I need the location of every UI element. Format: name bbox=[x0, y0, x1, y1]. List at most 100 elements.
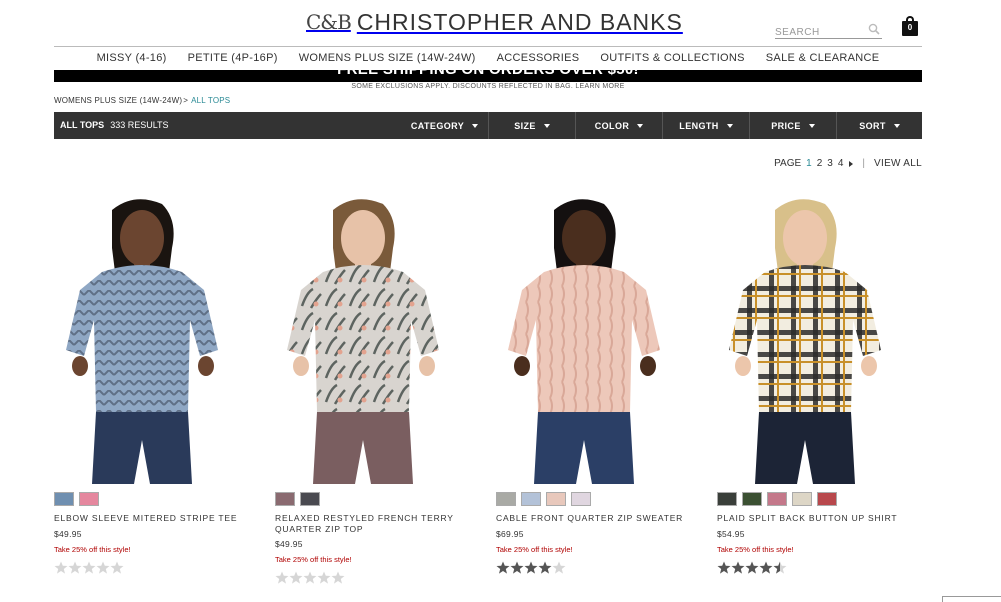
color-swatch[interactable] bbox=[546, 492, 566, 506]
product-name[interactable]: PLAID SPLIT BACK BUTTON UP SHIRT bbox=[717, 513, 922, 524]
star-icon bbox=[303, 571, 317, 584]
chevron-down-icon bbox=[637, 123, 644, 128]
logo-text: CHRISTOPHER AND BANKS bbox=[356, 8, 683, 35]
page-link-2[interactable]: 2 bbox=[817, 158, 823, 169]
filter-length-label: LENGTH bbox=[679, 120, 719, 131]
chevron-down-icon bbox=[472, 123, 479, 128]
color-swatches bbox=[496, 492, 591, 506]
color-swatch[interactable] bbox=[717, 492, 737, 506]
nav-item-sale[interactable]: SALE & CLEARANCE bbox=[766, 52, 880, 68]
star-icon bbox=[745, 561, 759, 574]
chevron-down-icon bbox=[543, 123, 550, 128]
filter-sort[interactable]: SORT bbox=[836, 112, 922, 139]
star-icon bbox=[717, 561, 731, 574]
product-price: $49.95 bbox=[54, 529, 82, 539]
star-icon bbox=[510, 561, 524, 574]
main-nav: MISSY (4-16) PETITE (4P-16P) WOMENS PLUS… bbox=[54, 52, 922, 68]
star-rating[interactable] bbox=[496, 561, 566, 574]
star-icon bbox=[496, 561, 510, 574]
model-illustration bbox=[717, 190, 917, 484]
color-swatches bbox=[275, 492, 320, 506]
color-swatch[interactable] bbox=[79, 492, 99, 506]
view-all-link[interactable]: VIEW ALL bbox=[874, 158, 922, 169]
filter-category[interactable]: CATEGORY bbox=[401, 112, 488, 139]
product-image[interactable] bbox=[496, 190, 696, 484]
promo-subline[interactable]: SOME EXCLUSIONS APPLY. DISCOUNTS REFLECT… bbox=[54, 83, 922, 90]
page-link-3[interactable]: 3 bbox=[827, 158, 833, 169]
breadcrumb-separator: > bbox=[183, 96, 189, 105]
filter-sort-label: SORT bbox=[859, 120, 886, 131]
filter-color[interactable]: COLOR bbox=[575, 112, 662, 139]
filter-price-label: PRICE bbox=[771, 120, 801, 131]
pagination: PAGE 1 2 3 4 | VIEW ALL bbox=[774, 158, 922, 169]
product-image[interactable] bbox=[275, 190, 475, 484]
color-swatch[interactable] bbox=[54, 492, 74, 506]
nav-item-womens-plus[interactable]: WOMENS PLUS SIZE (14W-24W) bbox=[299, 52, 476, 68]
color-swatch[interactable] bbox=[300, 492, 320, 506]
site-logo[interactable]: C&B CHRISTOPHER AND BANKS bbox=[306, 9, 683, 35]
nav-item-accessories[interactable]: ACCESSORIES bbox=[497, 52, 580, 68]
color-swatch[interactable] bbox=[817, 492, 837, 506]
chevron-down-icon bbox=[726, 123, 733, 128]
search-box bbox=[775, 22, 882, 39]
star-icon bbox=[759, 561, 773, 574]
model-illustration bbox=[496, 190, 696, 484]
product-name[interactable]: ELBOW SLEEVE MITERED STRIPE TEE bbox=[54, 513, 259, 524]
product-price: $54.95 bbox=[717, 529, 745, 539]
star-icon bbox=[552, 561, 566, 574]
product-image[interactable] bbox=[717, 190, 917, 484]
page-link-1[interactable]: 1 bbox=[806, 158, 812, 169]
shopping-bag-icon[interactable]: 0 bbox=[902, 16, 918, 36]
star-icon bbox=[331, 571, 345, 584]
color-swatch[interactable] bbox=[275, 492, 295, 506]
nav-item-petite[interactable]: PETITE (4P-16P) bbox=[188, 52, 278, 68]
filter-length[interactable]: LENGTH bbox=[662, 112, 749, 139]
filter-price[interactable]: PRICE bbox=[749, 112, 836, 139]
product-image[interactable] bbox=[54, 190, 254, 484]
color-swatch[interactable] bbox=[521, 492, 541, 506]
model-illustration bbox=[54, 190, 254, 484]
nav-item-outfits[interactable]: OUTFITS & COLLECTIONS bbox=[600, 52, 744, 68]
color-swatch[interactable] bbox=[742, 492, 762, 506]
filter-category-label: CATEGORY bbox=[410, 120, 465, 131]
results-count: 333 RESULTS bbox=[110, 120, 169, 130]
chevron-down-icon bbox=[808, 123, 815, 128]
search-input[interactable] bbox=[775, 25, 865, 38]
promo-banner[interactable]: FREE SHIPPING ON ORDERS OVER $50! bbox=[54, 70, 922, 82]
color-swatch[interactable] bbox=[496, 492, 516, 506]
search-icon[interactable] bbox=[868, 23, 880, 35]
color-swatches bbox=[717, 492, 837, 506]
color-swatches bbox=[54, 492, 99, 506]
breadcrumb-current[interactable]: ALL TOPS bbox=[191, 96, 230, 105]
window-corner bbox=[942, 596, 1001, 602]
chevron-down-icon bbox=[893, 123, 900, 128]
star-rating[interactable] bbox=[275, 571, 345, 584]
site-header: C&B CHRISTOPHER AND BANKS 0 bbox=[0, 0, 1001, 46]
filter-size-label: SIZE bbox=[514, 120, 536, 131]
filter-size[interactable]: SIZE bbox=[488, 112, 575, 139]
star-rating[interactable] bbox=[717, 561, 787, 574]
color-swatch[interactable] bbox=[792, 492, 812, 506]
star-icon bbox=[110, 561, 124, 574]
star-rating[interactable] bbox=[54, 561, 124, 574]
page-link-4[interactable]: 4 bbox=[838, 158, 844, 169]
star-icon bbox=[317, 571, 331, 584]
star-icon bbox=[524, 561, 538, 574]
product-name[interactable]: RELAXED RESTYLED FRENCH TERRY QUARTER ZI… bbox=[275, 513, 480, 535]
product-price: $49.95 bbox=[275, 539, 303, 549]
promo-message: Take 25% off this style! bbox=[54, 545, 131, 554]
nav-item-missy[interactable]: MISSY (4-16) bbox=[97, 52, 167, 68]
logo-mark: C&B bbox=[306, 10, 352, 34]
category-title: ALL TOPS bbox=[60, 120, 105, 130]
color-swatch[interactable] bbox=[767, 492, 787, 506]
star-icon bbox=[54, 561, 68, 574]
product-price: $69.95 bbox=[496, 529, 524, 539]
star-icon bbox=[68, 561, 82, 574]
filter-bar: ALL TOPS 333 RESULTS CATEGORY SIZE COLOR … bbox=[54, 112, 922, 139]
product-name[interactable]: CABLE FRONT QUARTER ZIP SWEATER bbox=[496, 513, 701, 524]
promo-message: Take 25% off this style! bbox=[496, 545, 573, 554]
next-page-icon[interactable] bbox=[849, 160, 854, 167]
breadcrumb-parent[interactable]: WOMENS PLUS SIZE (14W-24W) bbox=[54, 96, 182, 105]
bag-count: 0 bbox=[907, 23, 913, 32]
color-swatch[interactable] bbox=[571, 492, 591, 506]
